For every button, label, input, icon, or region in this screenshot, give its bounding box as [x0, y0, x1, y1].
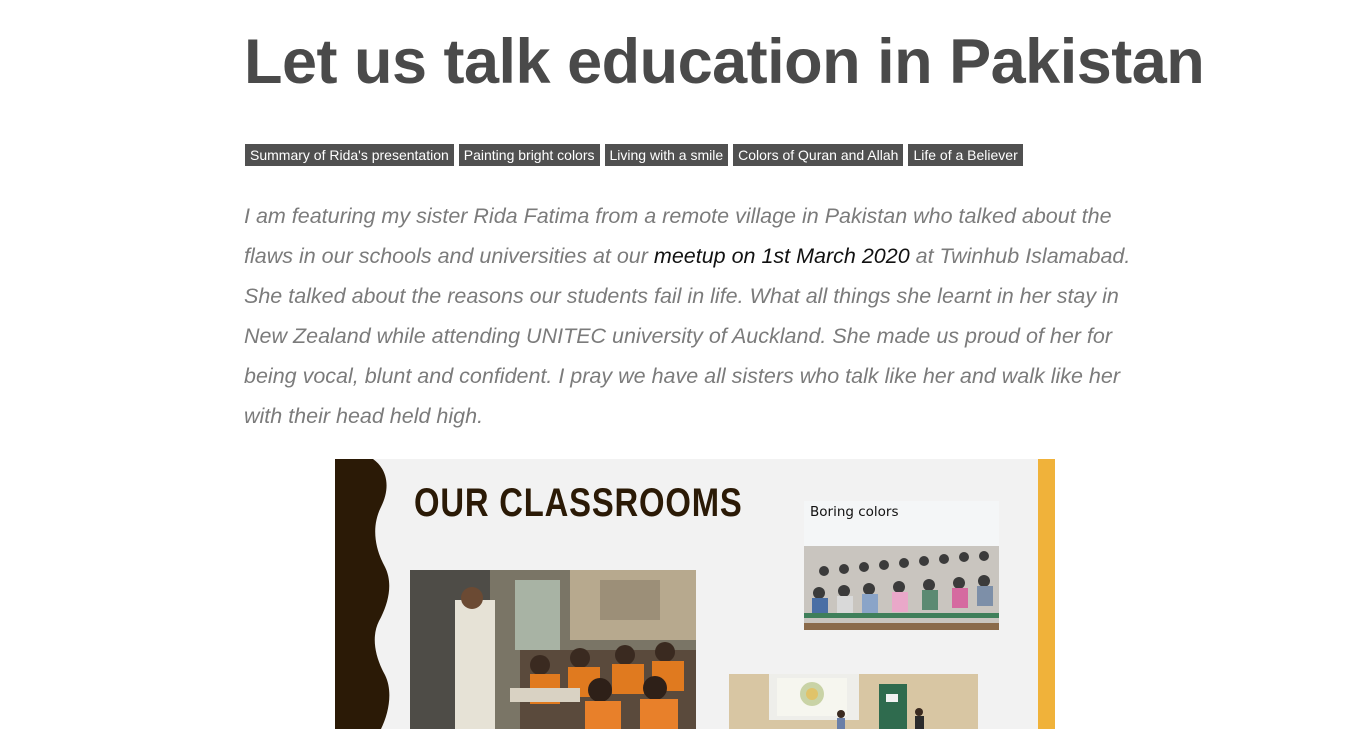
classrooms-slide-image: OUR CLASSROOMS Boring colors [335, 459, 1055, 729]
tag-colors-of-quran-and-allah[interactable]: Colors of Quran and Allah [733, 144, 904, 166]
tag-list: Summary of Rida's presentation Painting … [245, 144, 1023, 166]
tag-life-of-a-believer[interactable]: Life of a Believer [908, 144, 1023, 166]
page: Let us talk education in Pakistan Summar… [0, 0, 1347, 729]
classroom-photo-teacher [410, 570, 696, 729]
slide-heading: OUR CLASSROOMS [414, 481, 743, 525]
lecture-hall-photo: Boring colors [804, 501, 999, 630]
page-title: Let us talk education in Pakistan [244, 27, 1205, 97]
tag-living-with-a-smile[interactable]: Living with a smile [604, 144, 729, 166]
slide-accent-bar [1038, 459, 1055, 729]
slide-wave-border [335, 459, 390, 729]
tag-summary-of-ridas-presentation[interactable]: Summary of Rida's presentation [245, 144, 454, 166]
intro-paragraph: I am featuring my sister Rida Fatima fro… [244, 196, 1144, 436]
photo-caption: Boring colors [810, 504, 899, 520]
intro-text-after-link: at Twinhub Islamabad. She talked about t… [244, 244, 1131, 428]
tag-painting-bright-colors[interactable]: Painting bright colors [458, 144, 600, 166]
presentation-room-photo [729, 674, 978, 729]
meetup-link[interactable]: meetup on 1st March 2020 [654, 244, 910, 268]
